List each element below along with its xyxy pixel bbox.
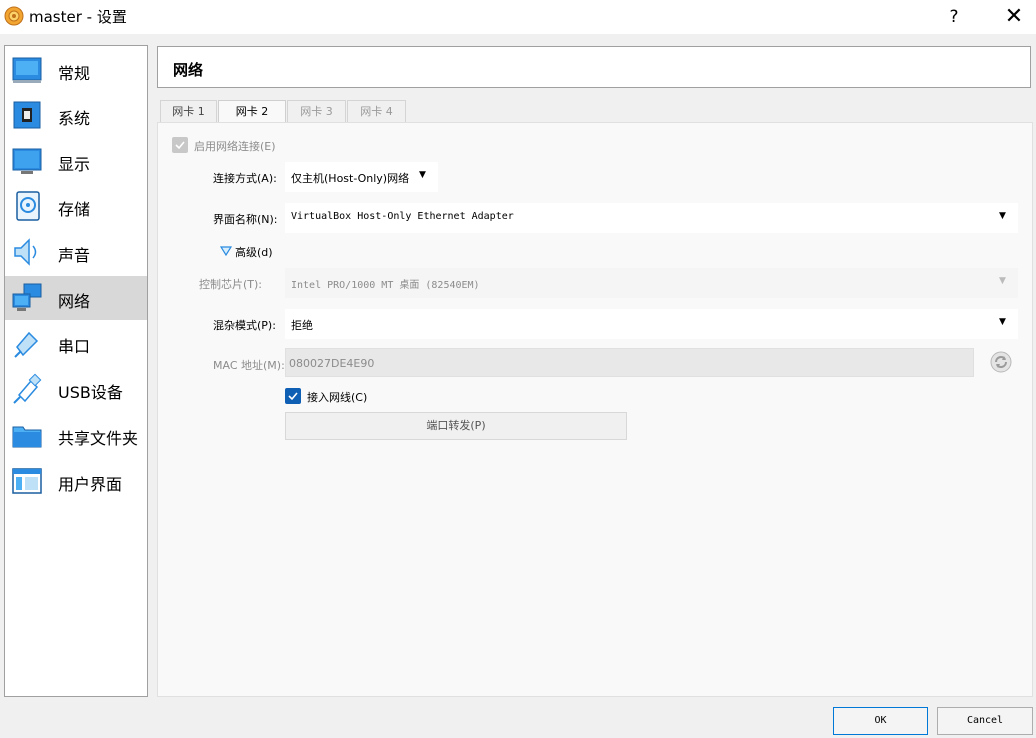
interface-name-label: 界面名称(N): [213, 213, 278, 226]
title-bar: master - 设置 ? ✕ [0, 0, 1036, 34]
sidebar-item-general[interactable]: 常规 [5, 48, 147, 92]
dropdown-arrow-icon: ▼ [999, 276, 1006, 286]
enable-adapter-label: 启用网络连接(E) [194, 140, 276, 153]
monitor-icon [12, 148, 42, 174]
dropdown-arrow-icon: ▼ [999, 211, 1006, 221]
attached-to-value: 仅主机(Host-Only)网络 [291, 172, 410, 185]
close-button[interactable]: ✕ [996, 3, 1032, 31]
sidebar-item-label: 常规 [58, 64, 91, 83]
general-icon [12, 57, 42, 83]
dropdown-arrow-icon: ▼ [419, 170, 426, 180]
enable-adapter-checkbox[interactable] [172, 137, 188, 153]
help-button[interactable]: ? [940, 4, 968, 30]
storage-disk-icon [16, 191, 40, 221]
sidebar-item-label: USB设备 [58, 383, 123, 402]
attached-to-select[interactable]: 仅主机(Host-Only)网络 ▼ [285, 162, 438, 192]
speaker-icon [14, 238, 37, 266]
tab-adapter-2[interactable]: 网卡 2 [218, 100, 286, 123]
sidebar-item-system[interactable]: 系统 [5, 93, 147, 137]
cancel-button[interactable]: Cancel [937, 707, 1033, 735]
sidebar-item-label: 显示 [58, 155, 91, 174]
system-chip-icon [13, 101, 41, 129]
port-forwarding-button[interactable]: 端口转发(P) [285, 412, 627, 440]
triangle-down-icon [220, 246, 232, 256]
virtualbox-app-icon [4, 6, 24, 26]
sidebar-item-shared-folders[interactable]: 共享文件夹 [5, 413, 147, 457]
adapter-type-label: 控制芯片(T): [199, 278, 263, 291]
cable-connected-label: 接入网线(C) [307, 391, 368, 404]
window-title: master - 设置 [29, 8, 127, 26]
sidebar-item-label: 网络 [58, 292, 91, 311]
interface-name-value: VirtualBox Host-Only Ethernet Adapter [291, 211, 514, 222]
advanced-label: 高级(d) [235, 246, 273, 259]
sidebar-item-label: 声音 [58, 246, 91, 265]
settings-sidebar: 常规 系统 显示 存储 声音 网络 串口 USB设备 共享文件夹 用户界面 [4, 45, 148, 697]
section-title: 网络 [173, 61, 204, 79]
tab-adapter-4[interactable]: 网卡 4 [347, 100, 406, 122]
adapter-type-select[interactable]: Intel PRO/1000 MT 桌面 (82540EM) ▼ [285, 268, 1018, 298]
sidebar-item-label: 用户界面 [58, 475, 123, 494]
mac-address-value: 080027DE4E90 [289, 357, 375, 370]
usb-icon [13, 373, 42, 404]
checkmark-icon [288, 392, 298, 401]
network-icon [12, 283, 42, 311]
adapter-type-value: Intel PRO/1000 MT 桌面 (82540EM) [291, 280, 480, 291]
promiscuous-mode-select[interactable]: 拒绝 ▼ [285, 309, 1018, 339]
sidebar-item-display[interactable]: 显示 [5, 139, 147, 183]
sidebar-item-usb[interactable]: USB设备 [5, 367, 147, 411]
sidebar-item-serial[interactable]: 串口 [5, 321, 147, 365]
sidebar-item-label: 共享文件夹 [58, 429, 139, 448]
sidebar-item-storage[interactable]: 存储 [5, 184, 147, 228]
sidebar-item-network[interactable]: 网络 [5, 276, 147, 320]
advanced-toggle[interactable]: 高级(d) [220, 243, 290, 259]
attached-to-label: 连接方式(A): [213, 172, 277, 185]
serial-port-icon [14, 331, 39, 358]
adapter-settings-panel: 启用网络连接(E) 连接方式(A): 仅主机(Host-Only)网络 ▼ 界面… [157, 122, 1033, 697]
sidebar-item-label: 串口 [58, 337, 91, 356]
promiscuous-mode-label: 混杂模式(P): [213, 319, 276, 332]
mac-address-label: MAC 地址(M): [213, 359, 285, 372]
sidebar-item-label: 存储 [58, 200, 91, 219]
sidebar-item-label: 系统 [58, 109, 91, 128]
dropdown-arrow-icon: ▼ [999, 317, 1006, 327]
refresh-mac-icon[interactable] [989, 350, 1013, 374]
user-interface-icon [12, 468, 42, 494]
mac-address-input[interactable]: 080027DE4E90 [285, 348, 974, 377]
interface-name-select[interactable]: VirtualBox Host-Only Ethernet Adapter ▼ [285, 203, 1018, 233]
promiscuous-mode-value: 拒绝 [291, 319, 313, 332]
tab-adapter-1[interactable]: 网卡 1 [160, 100, 217, 122]
checkmark-icon [175, 141, 185, 150]
sidebar-item-audio[interactable]: 声音 [5, 230, 147, 274]
ok-button[interactable]: OK [833, 707, 928, 735]
sidebar-item-user-interface[interactable]: 用户界面 [5, 459, 147, 503]
cable-connected-checkbox[interactable] [285, 388, 301, 404]
tab-adapter-3[interactable]: 网卡 3 [287, 100, 346, 122]
section-header: 网络 [157, 46, 1031, 88]
shared-folder-icon [12, 426, 42, 448]
